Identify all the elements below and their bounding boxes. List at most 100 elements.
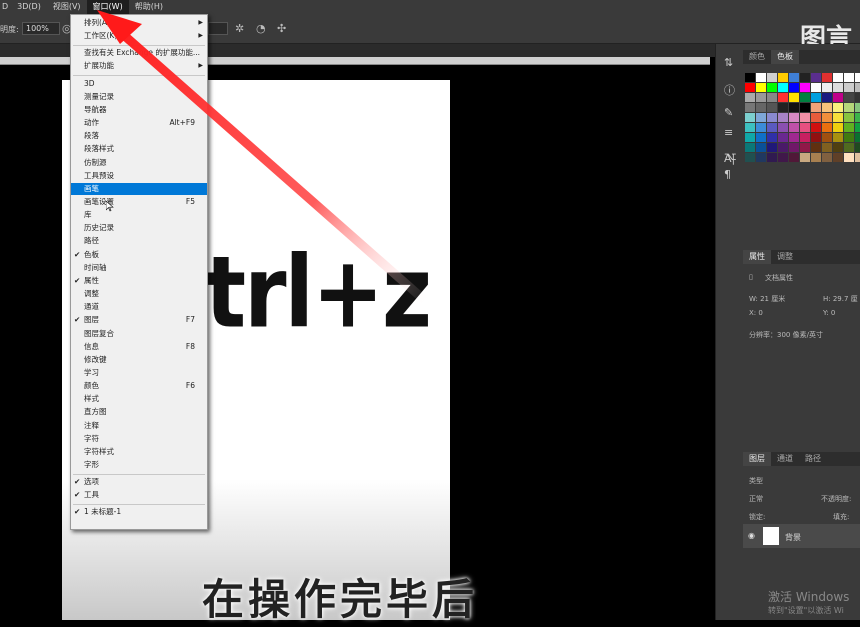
window-menu-item[interactable]: 1 未标题-1 ✔ — [71, 506, 207, 518]
brush-angle-icon[interactable]: ◔ — [256, 22, 266, 35]
window-menu-item[interactable]: 属性 ✔ — [71, 275, 207, 287]
color-swatch[interactable] — [800, 133, 810, 142]
color-swatch[interactable] — [811, 103, 821, 112]
color-swatch[interactable] — [844, 103, 854, 112]
color-swatch[interactable] — [833, 93, 843, 102]
color-swatch[interactable] — [789, 73, 799, 82]
color-swatch[interactable] — [811, 153, 821, 162]
tab-properties[interactable]: 属性 — [743, 250, 771, 264]
tab-channels[interactable]: 通道 — [771, 452, 799, 466]
color-swatch[interactable] — [789, 103, 799, 112]
character-icon[interactable]: A| — [724, 152, 735, 165]
color-swatch[interactable] — [822, 133, 832, 142]
window-menu-item[interactable]: 动作 Alt+F9 — [71, 117, 207, 129]
color-swatch[interactable] — [822, 143, 832, 152]
color-swatch[interactable] — [844, 73, 854, 82]
color-swatch[interactable] — [855, 103, 860, 112]
color-swatch[interactable] — [822, 83, 832, 92]
color-swatch[interactable] — [778, 143, 788, 152]
color-swatch[interactable] — [789, 93, 799, 102]
color-swatch[interactable] — [800, 123, 810, 132]
width-value[interactable]: W: 21 厘米 — [749, 294, 785, 304]
color-swatch[interactable] — [811, 133, 821, 142]
window-menu-item[interactable]: 库 — [71, 209, 207, 221]
window-menu-item[interactable]: 调整 — [71, 288, 207, 300]
window-menu-item[interactable]: 修改键 — [71, 354, 207, 366]
color-swatch[interactable] — [833, 153, 843, 162]
color-swatch[interactable] — [789, 143, 799, 152]
color-swatch[interactable] — [778, 123, 788, 132]
window-menu-item[interactable]: 信息 F8 — [71, 341, 207, 353]
color-swatch[interactable] — [811, 73, 821, 82]
color-swatch[interactable] — [778, 83, 788, 92]
color-swatch[interactable] — [767, 93, 777, 102]
height-value[interactable]: H: 29.7 厘 — [823, 294, 858, 304]
color-swatch[interactable] — [822, 123, 832, 132]
color-swatch[interactable] — [822, 73, 832, 82]
color-swatch[interactable] — [800, 143, 810, 152]
window-menu-item[interactable]: 画笔设置 F5 — [71, 196, 207, 208]
color-swatch[interactable] — [745, 123, 755, 132]
color-swatch[interactable] — [789, 113, 799, 122]
color-swatch[interactable] — [855, 153, 860, 162]
color-swatch[interactable] — [756, 113, 766, 122]
color-swatch[interactable] — [767, 143, 777, 152]
color-swatch[interactable] — [745, 93, 755, 102]
color-swatch[interactable] — [778, 153, 788, 162]
color-swatch[interactable] — [844, 113, 854, 122]
window-menu-item[interactable]: 工具预设 — [71, 170, 207, 182]
window-menu-item[interactable]: 选项 ✔ — [71, 476, 207, 488]
menu-partial-left[interactable]: D — [0, 0, 11, 14]
color-swatch[interactable] — [778, 113, 788, 122]
color-swatch[interactable] — [767, 133, 777, 142]
window-menu-item[interactable]: 工具 ✔ — [71, 489, 207, 501]
color-swatch[interactable] — [855, 83, 860, 92]
color-swatch[interactable] — [767, 123, 777, 132]
color-swatch[interactable] — [767, 113, 777, 122]
color-swatch[interactable] — [844, 123, 854, 132]
window-menu-item[interactable]: 直方图 — [71, 406, 207, 418]
window-menu-item[interactable]: 通道 — [71, 301, 207, 313]
window-menu-item[interactable]: 字形 — [71, 459, 207, 471]
color-swatch[interactable] — [844, 93, 854, 102]
color-swatch[interactable] — [778, 93, 788, 102]
y-value[interactable]: Y: 0 — [823, 309, 835, 317]
eye-icon[interactable]: ◉ — [748, 531, 755, 540]
color-swatch[interactable] — [756, 143, 766, 152]
paragraph-icon[interactable]: ¶ — [724, 168, 731, 181]
color-swatch[interactable] — [811, 93, 821, 102]
menu-view[interactable]: 视图(V) — [47, 0, 87, 14]
window-menu-item[interactable]: 色板 ✔ — [71, 249, 207, 261]
tab-paths[interactable]: 路径 — [799, 452, 827, 466]
color-swatch[interactable] — [800, 93, 810, 102]
color-swatch[interactable] — [800, 113, 810, 122]
color-swatch[interactable] — [833, 113, 843, 122]
window-menu-item[interactable]: 仿制源 — [71, 157, 207, 169]
color-swatch[interactable] — [844, 83, 854, 92]
color-swatch[interactable] — [800, 103, 810, 112]
color-swatch[interactable] — [844, 153, 854, 162]
color-swatch[interactable] — [844, 143, 854, 152]
window-menu-item[interactable]: 测量记录 — [71, 91, 207, 103]
color-swatch[interactable] — [756, 153, 766, 162]
window-menu-item[interactable]: 注释 — [71, 420, 207, 432]
color-swatch[interactable] — [756, 103, 766, 112]
tab-swatches[interactable]: 色板 — [771, 50, 799, 64]
color-swatch[interactable] — [855, 93, 860, 102]
history-icon[interactable]: ⇅ — [724, 56, 733, 69]
color-swatch[interactable] — [833, 133, 843, 142]
color-swatch[interactable] — [745, 153, 755, 162]
brush-settings-icon[interactable]: ≡ — [724, 126, 733, 139]
color-swatch[interactable] — [778, 133, 788, 142]
color-swatch[interactable] — [756, 123, 766, 132]
color-swatch[interactable] — [800, 83, 810, 92]
layer-kind-filter[interactable]: 类型 — [749, 476, 763, 486]
color-swatch[interactable] — [855, 73, 860, 82]
zoom-field[interactable]: 100% — [22, 22, 60, 35]
window-menu-item[interactable]: 字符 — [71, 433, 207, 445]
window-menu-item[interactable]: 排列(A) ▶ — [71, 17, 207, 29]
x-value[interactable]: X: 0 — [749, 309, 763, 317]
layer-row[interactable]: ◉ 背景 — [743, 524, 860, 548]
window-menu-item[interactable]: 历史记录 — [71, 222, 207, 234]
menu-3d[interactable]: 3D(D) — [11, 0, 47, 14]
